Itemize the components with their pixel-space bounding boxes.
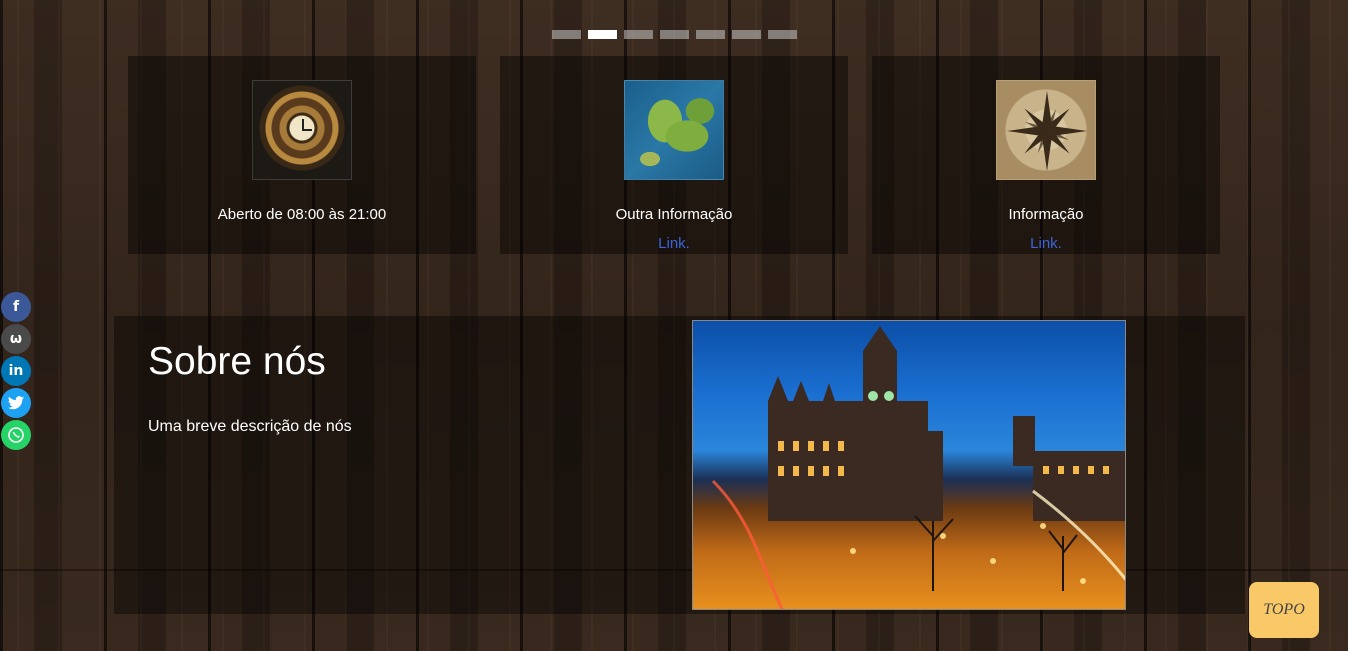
card-text: Aberto de 08:00 às 21:00 (217, 206, 387, 223)
back-to-top-button[interactable]: TOPO (1249, 582, 1319, 638)
europe-map-image (624, 80, 724, 180)
info-card-hours: Aberto de 08:00 às 21:00 (128, 56, 476, 254)
whatsapp-icon[interactable] (1, 420, 31, 450)
slider-indicator-1[interactable] (552, 30, 581, 39)
social-share-bar: f ω in (1, 292, 31, 450)
slider-indicator-6[interactable] (732, 30, 761, 39)
compass-rose-image (996, 80, 1096, 180)
slider-indicator-2[interactable] (588, 30, 617, 39)
linkedin-icon[interactable]: in (1, 356, 31, 386)
info-card-other: Outra Informação Link. (500, 56, 848, 254)
slider-indicator-5[interactable] (696, 30, 725, 39)
slider-indicators (552, 30, 797, 39)
slider-indicator-3[interactable] (624, 30, 653, 39)
workplace-icon[interactable]: ω (1, 324, 31, 354)
card-link[interactable]: Link. (500, 235, 848, 252)
city-hall-night-photo (692, 320, 1126, 610)
about-title: Sobre nós (148, 340, 326, 383)
twitter-icon[interactable] (1, 388, 31, 418)
card-link[interactable]: Link. (872, 235, 1220, 252)
card-text: Informação (1008, 206, 1084, 223)
info-card-info: Informação Link. (872, 56, 1220, 254)
about-description: Uma breve descrição de nós (148, 418, 352, 435)
card-text: Outra Informação (615, 206, 733, 223)
clock-image (252, 80, 352, 180)
facebook-icon[interactable]: f (1, 292, 31, 322)
slider-indicator-7[interactable] (768, 30, 797, 39)
slider-indicator-4[interactable] (660, 30, 689, 39)
